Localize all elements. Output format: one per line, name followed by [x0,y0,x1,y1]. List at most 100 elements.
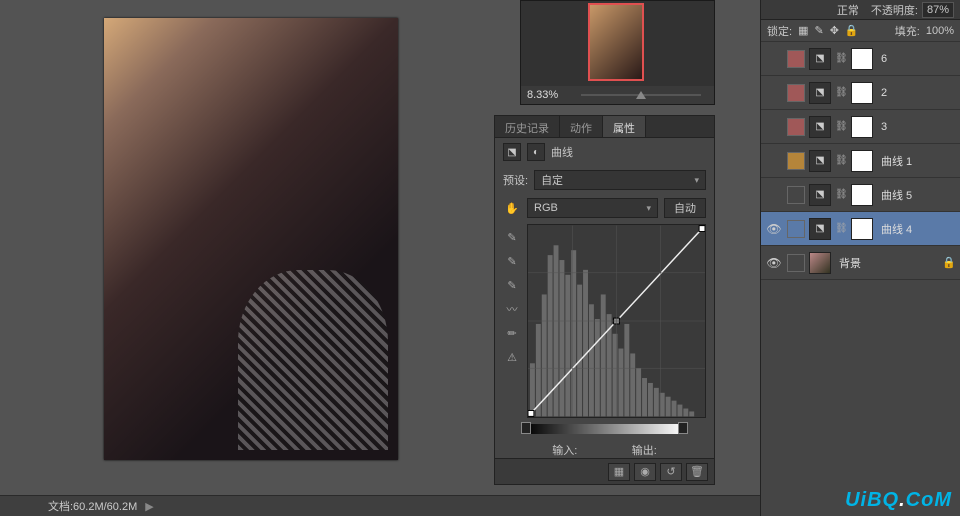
tab-history[interactable]: 历史记录 [495,116,560,137]
color-box [787,118,805,136]
layer-mask[interactable] [851,116,873,138]
layer-row[interactable]: ⬔⛓曲线 1 [761,144,960,178]
hand-icon[interactable]: ✋ [503,199,521,217]
zoom-slider[interactable] [581,91,701,99]
reset-icon[interactable]: ↺ [660,463,682,481]
link-icon: ⛓ [835,223,847,234]
layer-name[interactable]: 2 [881,87,887,99]
lock-transparent-icon[interactable]: ▦ [798,24,808,37]
doc-size-label: 文档:60.2M/60.2M [48,498,137,514]
visibility-icon[interactable] [765,84,783,102]
curve-area: ✎ ✎ ✎ 〰 ✏ ⚠ [495,222,714,420]
link-icon: ⛓ [835,53,847,64]
mask-icon[interactable]: ◐ [527,143,545,161]
adjustment-icon[interactable]: ⬔ [809,82,831,104]
link-icon: ⛓ [835,87,847,98]
status-arrow-icon[interactable]: ▶ [145,500,153,513]
status-bar: 文档:60.2M/60.2M ▶ [0,495,760,516]
properties-header: ⬔ ◐ 曲线 [495,138,714,166]
curve-graph[interactable] [527,224,706,418]
edit-points-icon[interactable]: 〰 [503,300,521,318]
curves-adj-icon: ⬔ [503,143,521,161]
eyedropper-black-icon[interactable]: ✎ [503,228,521,246]
navigator-zoom-bar: 8.33% [521,86,714,104]
layer-mask[interactable] [851,82,873,104]
channel-row: ✋ RGB 自动 [495,194,714,222]
navigator-panel: 8.33% [520,0,715,105]
color-box [787,220,805,238]
adjustment-icon[interactable]: ⬔ [809,48,831,70]
fill-value[interactable]: 100% [926,25,954,37]
preset-label: 预设: [503,172,528,188]
layer-mask[interactable] [851,218,873,240]
visibility-icon[interactable] [765,50,783,68]
lock-label: 锁定: [767,23,792,39]
opacity-value[interactable]: 87% [922,2,954,18]
visibility-icon[interactable] [765,152,783,170]
visibility-icon[interactable] [765,118,783,136]
watermark: UiBQ.CoM [845,489,952,512]
view-prev-icon[interactable]: ◉ [634,463,656,481]
blend-mode-select[interactable]: 正常 [837,2,859,18]
adjustment-icon[interactable]: ⬔ [809,184,831,206]
layer-name[interactable]: 曲线 4 [881,221,912,237]
visibility-icon[interactable]: 👁 [765,220,783,238]
visibility-icon[interactable] [765,186,783,204]
layer-row[interactable]: ⬔ ⛓ 3 [761,110,960,144]
clip-toggle-icon[interactable]: ▦ [608,463,630,481]
zoom-value: 8.33% [527,89,558,101]
adjustment-icon[interactable]: ⬔ [809,150,831,172]
layer-mask[interactable] [851,48,873,70]
layers-blend-row: 正常 不透明度: 87% [761,0,960,20]
eyedropper-white-icon[interactable]: ✎ [503,276,521,294]
tab-properties[interactable]: 属性 [603,116,646,137]
eyedropper-gray-icon[interactable]: ✎ [503,252,521,270]
color-box [787,50,805,68]
input-gradient-slider[interactable] [525,424,684,434]
tab-actions[interactable]: 动作 [560,116,603,137]
visibility-icon[interactable]: 👁 [765,254,783,272]
layers-panel: 正常 不透明度: 87% 锁定: ▦ ✎ ✥ 🔒 填充: 100% ⬔ ⛓ 6 ⬔ ⛓ 2… [760,0,960,516]
clip-warning-icon[interactable]: ⚠ [503,348,521,366]
input-label: 输入: [552,442,577,458]
layer-name[interactable]: 3 [881,121,887,133]
channel-select[interactable]: RGB [527,198,658,218]
lock-pixels-icon[interactable]: ✎ [814,24,823,37]
draw-curve-icon[interactable]: ✏ [503,324,521,342]
delete-icon[interactable]: 🗑 [686,463,708,481]
color-box [787,254,805,272]
document-photo[interactable] [104,18,398,460]
lock-all-icon[interactable]: 🔒 [845,24,859,37]
layer-name[interactable]: 背景 [839,255,861,271]
layer-name[interactable]: 6 [881,53,887,65]
auto-button[interactable]: 自动 [664,198,706,218]
color-box [787,152,805,170]
layer-row[interactable]: ⬔ ⛓ 2 [761,76,960,110]
layer-row[interactable]: ⬔ ⛓ 6 [761,42,960,76]
lock-position-icon[interactable]: ✥ [830,24,839,37]
adjustment-icon[interactable]: ⬔ [809,116,831,138]
preset-select[interactable]: 自定 [534,170,706,190]
layer-name[interactable]: 曲线 1 [881,153,912,169]
adjustment-icon[interactable]: ⬔ [809,218,831,240]
preset-row: 预设: 自定 [495,166,714,194]
layer-row[interactable]: 👁 ⬔ ⛓ 曲线 4 [761,212,960,246]
layers-lock-row: 锁定: ▦ ✎ ✥ 🔒 填充: 100% [761,20,960,42]
layer-thumbnail[interactable] [809,252,831,274]
layer-row[interactable]: 👁 背景 🔒 [761,246,960,280]
link-icon: ⛓ [835,121,847,132]
properties-panel: 历史记录 动作 属性 ⬔ ◐ 曲线 预设: 自定 ✋ RGB 自动 ✎ ✎ ✎ … [494,115,715,485]
layer-mask[interactable] [851,150,873,172]
navigator-thumbnail[interactable] [588,3,644,81]
layer-row[interactable]: ⬔⛓曲线 5 [761,178,960,212]
properties-tabs: 历史记录 动作 属性 [495,116,714,138]
color-box [787,186,805,204]
curve-tools: ✎ ✎ ✎ 〰 ✏ ⚠ [503,224,525,418]
layer-name[interactable]: 曲线 5 [881,187,912,203]
lock-icon: 🔒 [942,256,956,269]
fill-label: 填充: [895,23,920,39]
properties-footer: ▦ ◉ ↺ 🗑 [495,458,714,484]
layer-mask[interactable] [851,184,873,206]
opacity-label: 不透明度: [871,2,918,18]
color-box [787,84,805,102]
